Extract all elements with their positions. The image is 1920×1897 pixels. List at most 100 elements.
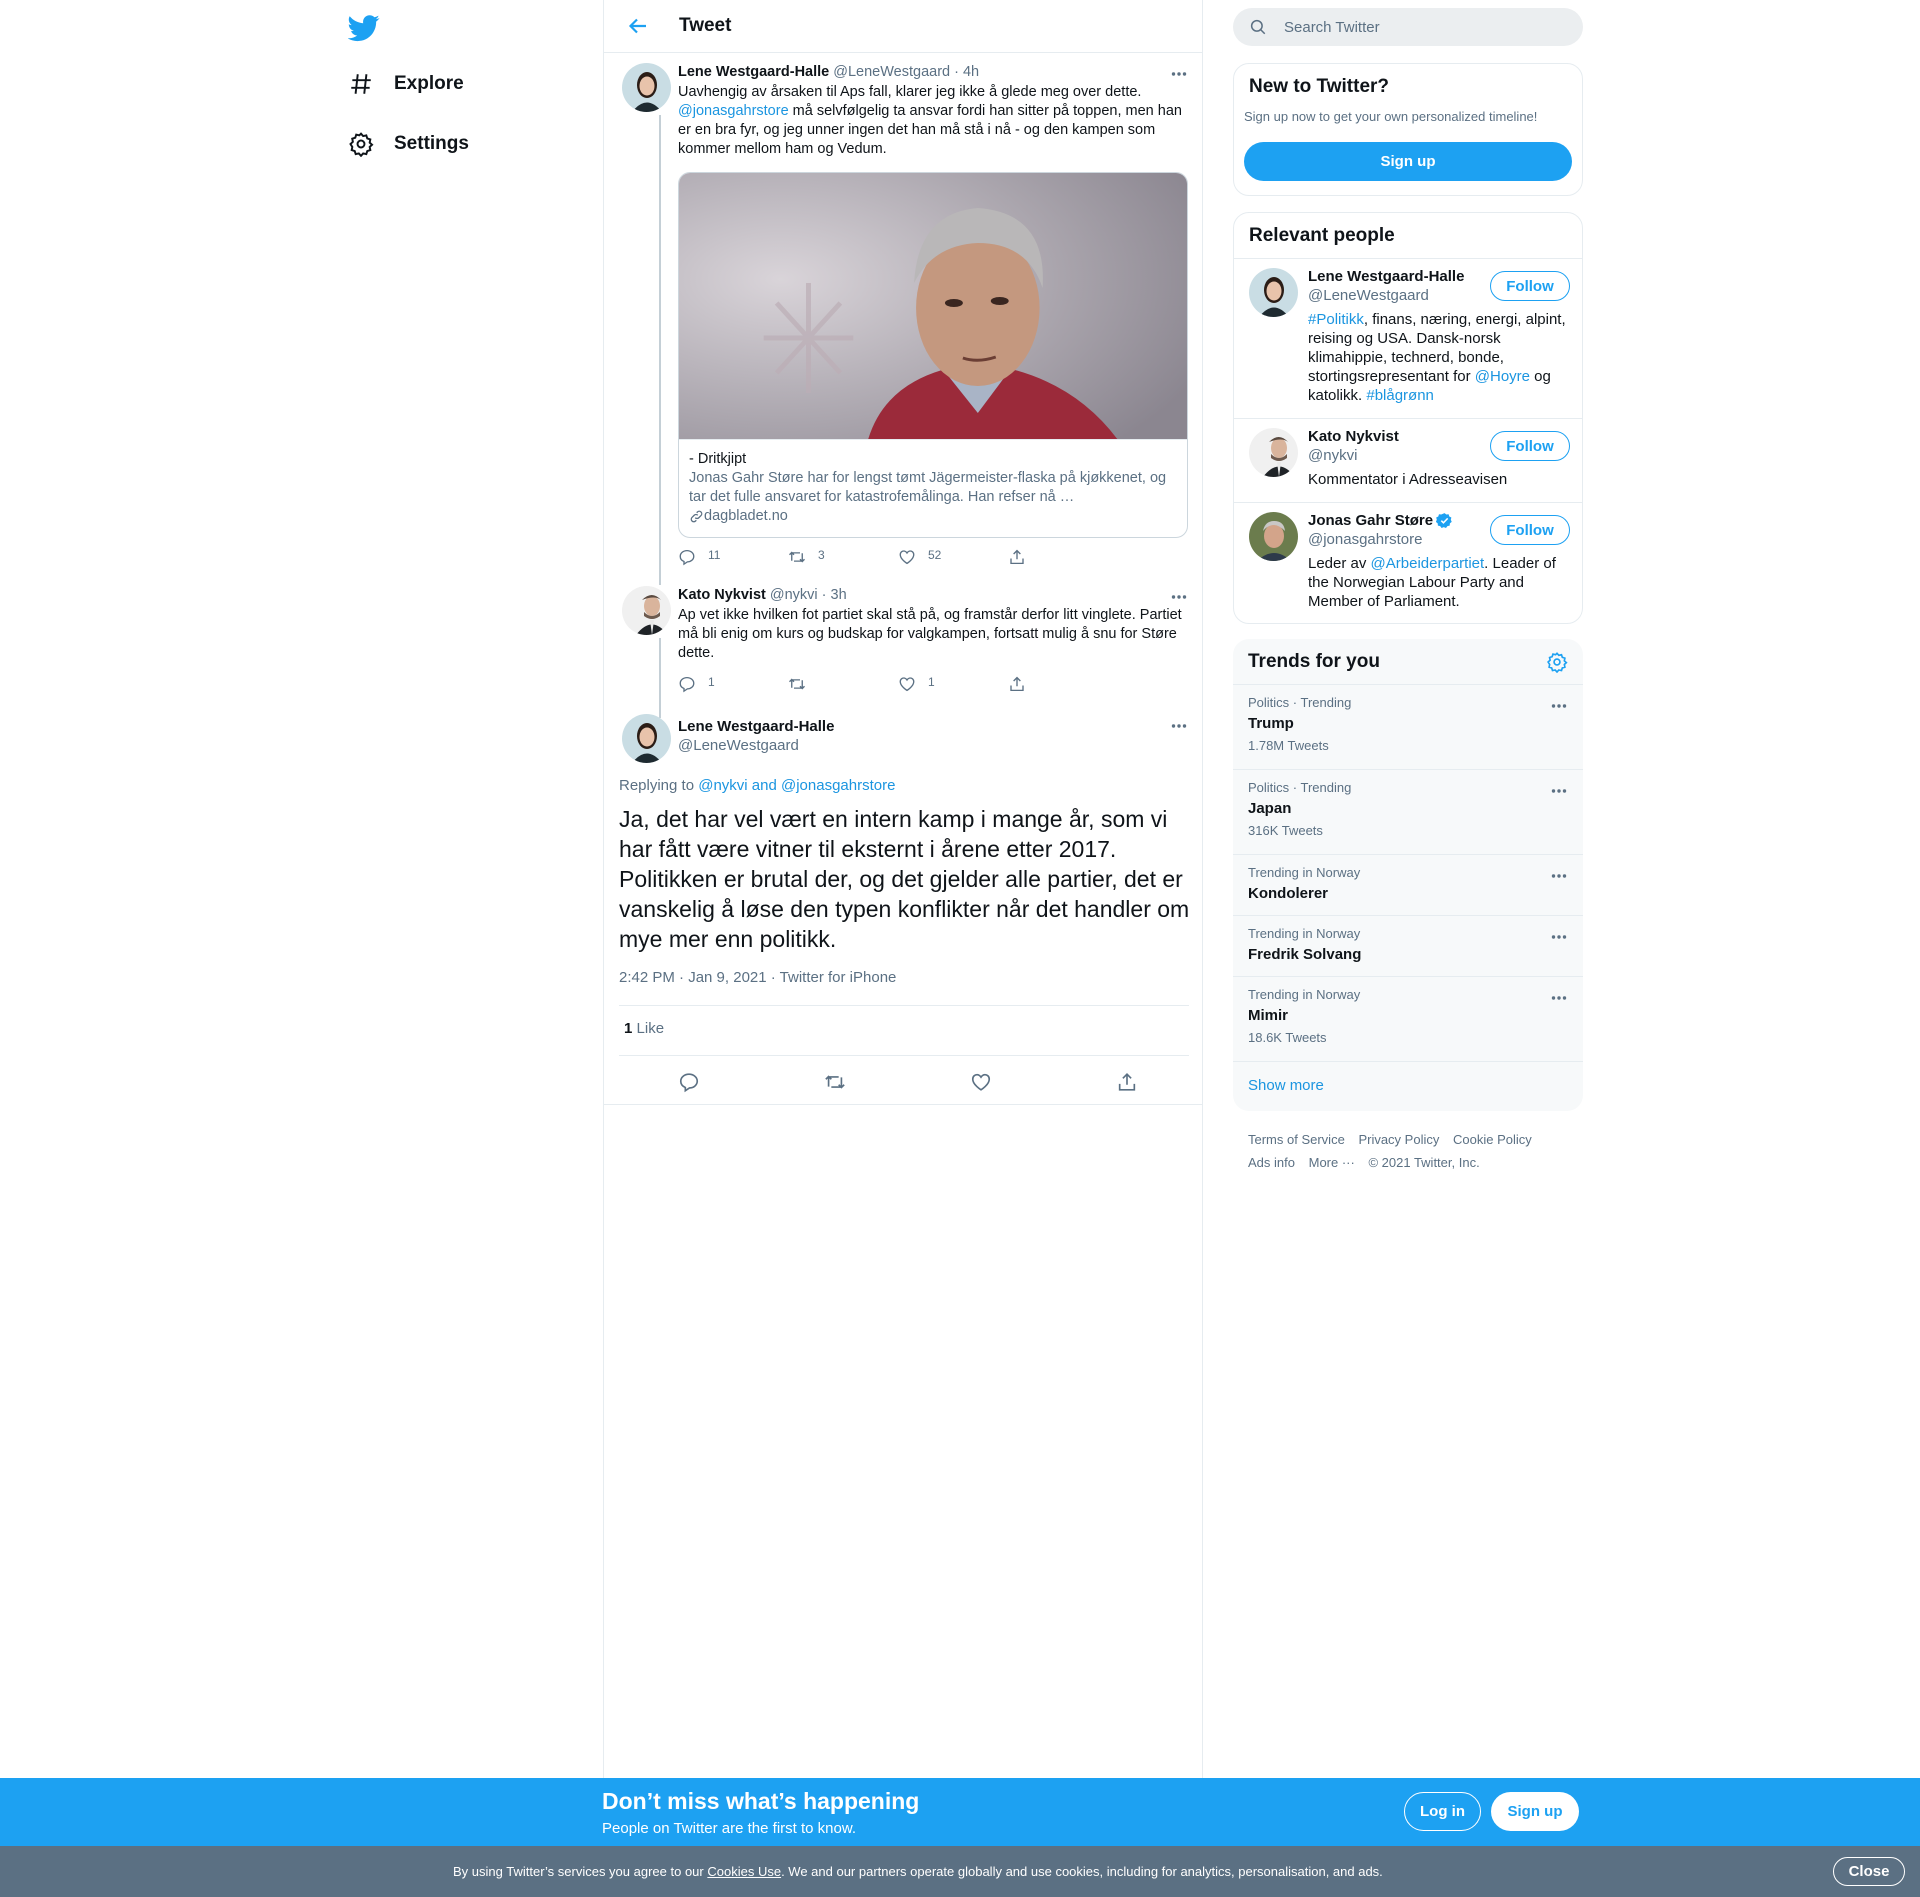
more-options-icon[interactable] [1170, 65, 1188, 83]
replying-to-label: Replying to [619, 777, 695, 794]
avatar[interactable] [1249, 268, 1298, 317]
more-options-icon[interactable] [1550, 928, 1568, 946]
reply-count: 11 [708, 548, 721, 562]
cookies-use-link[interactable]: Cookies Use [707, 1864, 781, 1879]
more-options-icon[interactable] [1550, 782, 1568, 800]
bio-text: Leder av [1308, 555, 1371, 572]
heart-icon [899, 550, 915, 565]
retweet-button[interactable] [788, 675, 898, 693]
tweet-timestamp[interactable]: 2:42 PM · Jan 9, 2021 [619, 969, 767, 986]
main-author[interactable]: Lene Westgaard-Halle @LeneWestgaard [678, 717, 1188, 755]
trend-context: Trending in Norway [1248, 926, 1361, 941]
person-bio: Leder av @Arbeiderpartiet. Leader of the… [1308, 554, 1568, 611]
share-icon[interactable] [1116, 1071, 1138, 1093]
thread-line [659, 115, 661, 585]
more-link[interactable]: More ··· [1309, 1155, 1355, 1170]
trend-item[interactable]: Trending in Norway Kondolerer [1233, 854, 1583, 915]
like-button[interactable]: 52 [898, 548, 1008, 566]
replying-to: Replying to @nykvi and @jonasgahrstore [619, 777, 895, 794]
retweet-icon[interactable] [824, 1071, 846, 1093]
person-card[interactable]: Kato Nykvist @nykvi Kommentator i Adress… [1234, 418, 1582, 502]
author-name[interactable]: Kato Nykvist [678, 587, 766, 603]
reply-button[interactable]: 1 [678, 675, 788, 693]
sidebar-signup-button[interactable]: Sign up [1244, 142, 1572, 181]
show-more-link[interactable]: Show more [1248, 1077, 1324, 1094]
nav-explore[interactable]: Explore [348, 59, 464, 109]
more-options-icon[interactable] [1170, 588, 1188, 606]
author-name[interactable]: Lene Westgaard-Halle [678, 717, 1188, 736]
ads-info-link[interactable]: Ads info [1248, 1155, 1295, 1170]
trend-item[interactable]: Trending in Norway Mimir 18.6K Tweets [1233, 976, 1583, 1061]
person-bio: Kommentator i Adresseavisen [1308, 471, 1508, 488]
signup-button[interactable]: Sign up [1491, 1792, 1579, 1831]
tweet-time[interactable]: · 3h [822, 587, 847, 603]
likes-summary[interactable]: 1 Like [624, 1020, 664, 1037]
author-name[interactable]: Lene Westgaard-Halle [678, 64, 829, 80]
trends-settings-icon[interactable] [1546, 651, 1568, 673]
login-button[interactable]: Log in [1404, 1792, 1481, 1831]
avatar[interactable] [1249, 428, 1298, 477]
search-bar[interactable] [1233, 8, 1583, 46]
replying-to-links[interactable]: @nykvi and @jonasgahrstore [698, 777, 895, 794]
reply-icon[interactable] [678, 1071, 700, 1093]
follow-button[interactable]: Follow [1490, 515, 1570, 545]
avatar[interactable] [622, 714, 671, 763]
link-card[interactable]: - Dritkjipt Jonas Gahr Støre har for len… [678, 172, 1188, 538]
person-card[interactable]: Jonas Gahr Støre @jonasgahrstore Leder a… [1234, 502, 1582, 623]
bio-mention-link[interactable]: @Arbeiderpartiet [1371, 555, 1485, 572]
trend-item[interactable]: Politics · Trending Japan 316K Tweets [1233, 769, 1583, 854]
likes-label: Like [636, 1020, 665, 1037]
likes-count: 1 [624, 1020, 633, 1037]
share-button[interactable] [1008, 675, 1118, 693]
more-options-icon[interactable] [1550, 867, 1568, 885]
nav-explore-label: Explore [394, 73, 464, 94]
bio-hashtag-link[interactable]: #Politikk [1308, 311, 1364, 328]
more-options-icon[interactable] [1550, 697, 1568, 715]
avatar[interactable] [622, 586, 671, 635]
gear-icon [349, 132, 374, 157]
tweet-text-part-1: Uavhengig av årsaken til Aps fall, klare… [678, 84, 1142, 100]
tweet-time[interactable]: · 4h [954, 64, 979, 80]
share-button[interactable] [1008, 548, 1118, 566]
follow-button[interactable]: Follow [1490, 431, 1570, 461]
follow-button[interactable]: Follow [1490, 271, 1570, 301]
tweet-source[interactable]: Twitter for iPhone [780, 969, 897, 986]
author-handle[interactable]: @LeneWestgaard [678, 736, 1188, 755]
cookie-close-button[interactable]: Close [1833, 1857, 1905, 1886]
main-column: Tweet Lene Westgaard-Halle @LeneWestgaar… [603, 0, 1203, 1778]
bio-hashtag-link[interactable]: #blågrønn [1366, 387, 1434, 404]
reply-button[interactable]: 11 [678, 548, 788, 566]
twitter-logo-icon[interactable] [348, 12, 380, 44]
author-handle[interactable]: @LeneWestgaard [833, 64, 950, 80]
heart-icon [899, 677, 915, 692]
author-handle[interactable]: @nykvi [770, 587, 818, 603]
terms-link[interactable]: Terms of Service [1248, 1132, 1345, 1147]
privacy-link[interactable]: Privacy Policy [1358, 1132, 1439, 1147]
share-icon [1010, 676, 1024, 692]
bio-mention-link[interactable]: @Hoyre [1475, 368, 1530, 385]
avatar[interactable] [1249, 512, 1298, 561]
retweet-button[interactable]: 3 [788, 548, 898, 566]
retweet-icon [789, 678, 805, 690]
more-options-icon[interactable] [1550, 989, 1568, 1007]
trend-count: 18.6K Tweets [1248, 1030, 1327, 1045]
heart-icon[interactable] [970, 1071, 992, 1093]
search-input[interactable] [1284, 18, 1544, 36]
trend-item[interactable]: Politics · Trending Trump 1.78M Tweets [1233, 684, 1583, 769]
main-tweet-text: Ja, det har vel vært en intern kamp i ma… [619, 806, 1190, 952]
cookie-policy-link[interactable]: Cookie Policy [1453, 1132, 1532, 1147]
avatar[interactable] [622, 63, 671, 112]
thread-tweet-2[interactable]: Kato Nykvist @nykvi · 3h Ap vet ikke hvi… [619, 586, 1191, 718]
avatar-kato-image [1249, 428, 1298, 477]
mention-link[interactable]: @jonasgahrstore [678, 103, 789, 119]
person-card[interactable]: Lene Westgaard-Halle @LeneWestgaard #Pol… [1234, 258, 1582, 418]
nav-settings[interactable]: Settings [348, 119, 469, 169]
thread-tweet-1[interactable]: Lene Westgaard-Halle @LeneWestgaard · 4h… [619, 63, 1191, 585]
avatar-kato-image [622, 586, 671, 635]
banner-subtitle: People on Twitter are the first to know. [602, 1820, 857, 1837]
trend-item[interactable]: Trending in Norway Fredrik Solvang [1233, 915, 1583, 976]
avatar-lene-image [622, 63, 671, 112]
back-arrow-icon[interactable] [626, 14, 650, 38]
more-options-icon[interactable] [1170, 717, 1188, 735]
like-button[interactable]: 1 [898, 675, 1008, 693]
